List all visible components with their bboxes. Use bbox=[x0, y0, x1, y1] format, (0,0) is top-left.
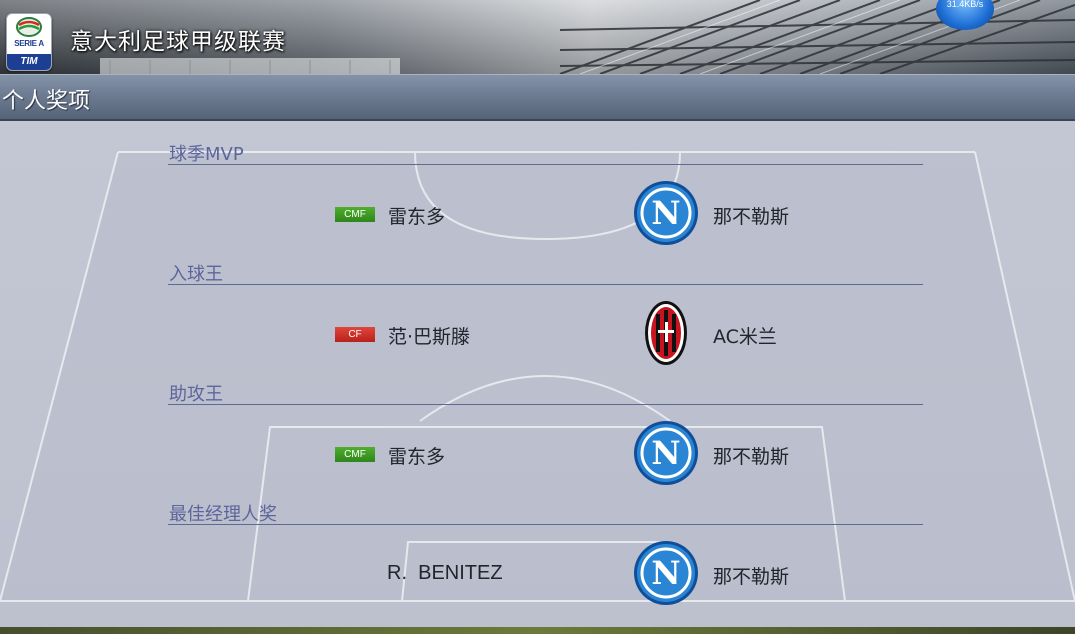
award-top-scorer: 入球王 CF 范·巴斯滕 AC米兰 bbox=[168, 260, 923, 380]
league-title: 意大利足球甲级联赛 bbox=[70, 29, 286, 55]
svg-text:N: N bbox=[651, 554, 680, 592]
club-name: 那不勒斯 bbox=[713, 566, 790, 588]
bottom-strip bbox=[0, 627, 1075, 634]
award-winner-row[interactable]: R. BENITEZ N 那不勒斯 bbox=[168, 524, 923, 620]
player-name: 雷东多 bbox=[388, 206, 446, 228]
manager-name: R. BENITEZ bbox=[387, 562, 503, 584]
svg-text:N: N bbox=[651, 194, 680, 232]
club-name: 那不勒斯 bbox=[713, 206, 790, 228]
club-name: AC米兰 bbox=[713, 326, 777, 348]
napoli-crest-icon: N bbox=[634, 541, 698, 605]
svg-text:N: N bbox=[651, 434, 680, 472]
award-best-manager: 最佳经理人奖 R. BENITEZ N 那不勒斯 bbox=[168, 500, 923, 620]
napoli-crest-icon: N bbox=[634, 421, 698, 485]
network-speed-label: 31.4KB/s bbox=[946, 0, 984, 9]
serie-a-logo-text: SERIE A bbox=[14, 39, 44, 48]
award-mvp: 球季MVP CMF 雷东多 N 那不勒斯 bbox=[168, 140, 923, 260]
serie-a-ball-icon bbox=[16, 17, 42, 37]
player-name: 范·巴斯滕 bbox=[388, 326, 471, 348]
serie-a-logo: SERIE A TIM bbox=[6, 13, 52, 71]
position-badge: CF bbox=[335, 327, 375, 342]
player-name: 雷东多 bbox=[388, 446, 446, 468]
tim-logo-text: TIM bbox=[7, 54, 51, 70]
section-header: 个人奖项 bbox=[0, 74, 1075, 121]
position-badge: CMF bbox=[335, 447, 375, 462]
award-title: 入球王 bbox=[169, 264, 223, 285]
napoli-crest-icon: N bbox=[634, 181, 698, 245]
award-title: 助攻王 bbox=[169, 384, 223, 405]
award-top-assists: 助攻王 CMF 雷东多 N 那不勒斯 bbox=[168, 380, 923, 500]
award-title: 最佳经理人奖 bbox=[169, 504, 277, 525]
award-winner-row[interactable]: CF 范·巴斯滕 AC米兰 bbox=[168, 284, 923, 380]
position-badge: CMF bbox=[335, 207, 375, 222]
section-title: 个人奖项 bbox=[2, 89, 91, 114]
award-title: 球季MVP bbox=[169, 144, 244, 165]
club-name: 那不勒斯 bbox=[713, 446, 790, 468]
header-banner: SERIE A TIM 意大利足球甲级联赛 31.4KB/s bbox=[0, 0, 1075, 74]
award-winner-row[interactable]: CMF 雷东多 N 那不勒斯 bbox=[168, 164, 923, 260]
award-winner-row[interactable]: CMF 雷东多 N 那不勒斯 bbox=[168, 404, 923, 500]
ac-milan-crest-icon bbox=[645, 301, 687, 365]
